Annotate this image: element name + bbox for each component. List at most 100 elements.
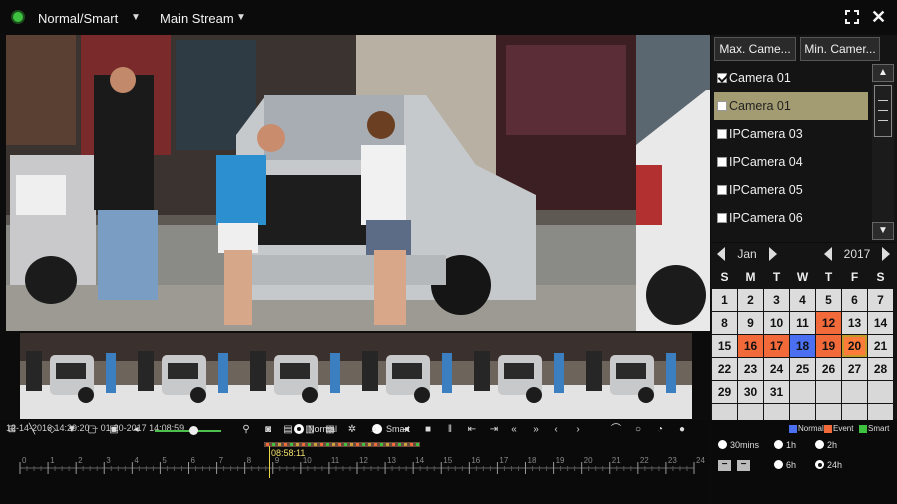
- camera-list-item[interactable]: IPCamera 03: [714, 120, 868, 148]
- calendar-day[interactable]: 23: [738, 358, 763, 380]
- slow-icon[interactable]: «: [508, 424, 520, 436]
- camera-checkbox[interactable]: [717, 157, 727, 167]
- camera-checkbox[interactable]: [717, 101, 727, 111]
- calendar-day[interactable]: 20: [842, 335, 867, 357]
- volume-knob[interactable]: [189, 426, 198, 435]
- calendar-day[interactable]: 4: [790, 289, 815, 311]
- tag-icon[interactable]: ▣: [108, 424, 120, 436]
- thumbnail-frame[interactable]: [132, 333, 246, 419]
- calendar-day[interactable]: 15: [712, 335, 737, 357]
- camera-list-item[interactable]: IPCamera 04: [714, 148, 868, 176]
- playback-mode-select[interactable]: Normal/Smart: [38, 11, 118, 26]
- calendar-day[interactable]: 17: [764, 335, 789, 357]
- filter-normal-radio[interactable]: [294, 424, 304, 434]
- camera-checkbox[interactable]: [717, 73, 727, 83]
- loop-icon[interactable]: ○: [632, 424, 644, 436]
- snapshot-icon[interactable]: ◙: [262, 424, 274, 436]
- max-camera-button[interactable]: Max. Came...: [714, 37, 796, 61]
- next-segment-icon[interactable]: ⇥: [488, 424, 500, 436]
- filter-icon[interactable]: ▼: [66, 424, 78, 436]
- calendar-day[interactable]: 8: [712, 312, 737, 334]
- calendar-day[interactable]: 11: [790, 312, 815, 334]
- camera-checkbox[interactable]: [717, 129, 727, 139]
- timeline-ruler[interactable]: 0 1 2 3 4 5 6 7 8 9 10 11 12 13 14 15 16 17 18 19 20 21 22 23 24: [0, 436, 710, 480]
- calendar-day[interactable]: 6: [842, 289, 867, 311]
- calendar-day[interactable]: 28: [868, 358, 893, 380]
- prev-segment-icon[interactable]: ⇤: [466, 424, 478, 436]
- calendar-day[interactable]: 12: [816, 312, 841, 334]
- calendar-day[interactable]: 25: [790, 358, 815, 380]
- thumbnail-frame[interactable]: [356, 333, 470, 419]
- calendar-day[interactable]: 2: [738, 289, 763, 311]
- calendar-day[interactable]: 7: [868, 289, 893, 311]
- stop-icon[interactable]: ■: [422, 424, 434, 436]
- calendar-day[interactable]: 5: [816, 289, 841, 311]
- fast-icon[interactable]: »: [530, 424, 542, 436]
- zoom-out-button[interactable]: −: [718, 460, 731, 471]
- thumbnail-strip[interactable]: [20, 333, 692, 419]
- span-30mins-radio[interactable]: [718, 440, 727, 449]
- camera-checkbox[interactable]: [717, 185, 727, 195]
- span-24h-radio[interactable]: [815, 460, 824, 469]
- stream-type-select[interactable]: Main Stream: [160, 11, 234, 26]
- next-day-icon[interactable]: ›: [572, 424, 584, 436]
- calendar-day[interactable]: 27: [842, 358, 867, 380]
- calendar-day[interactable]: 3: [764, 289, 789, 311]
- thumbnail-frame[interactable]: [244, 333, 358, 419]
- timeline-cursor[interactable]: [269, 446, 270, 478]
- prev-day-icon[interactable]: ‹: [550, 424, 562, 436]
- span-1h-radio[interactable]: [774, 440, 783, 449]
- next-month-icon[interactable]: [769, 247, 777, 261]
- camera-checkbox[interactable]: [717, 213, 727, 223]
- chevron-down-icon[interactable]: ▼: [131, 12, 141, 23]
- digital-zoom-icon[interactable]: ⚲: [240, 424, 252, 436]
- scroll-down-button[interactable]: ▼: [872, 222, 894, 240]
- file-manage-icon[interactable]: ▦: [324, 424, 336, 436]
- calendar-day[interactable]: 13: [842, 312, 867, 334]
- next-year-icon[interactable]: [882, 247, 890, 261]
- camera-list-item[interactable]: IPCamera 06: [714, 204, 868, 232]
- prev-month-icon[interactable]: [717, 247, 725, 261]
- camera-list-item[interactable]: IPCamera 05: [714, 176, 868, 204]
- prev-year-icon[interactable]: [824, 247, 832, 261]
- grid-icon[interactable]: ⊞: [6, 424, 18, 436]
- scroll-up-button[interactable]: ▲: [872, 64, 894, 82]
- scroll-thumb[interactable]: [874, 85, 892, 137]
- calendar-day[interactable]: 26: [816, 358, 841, 380]
- fullscreen-icon[interactable]: [845, 10, 859, 24]
- thumbnail-frame[interactable]: [580, 333, 692, 419]
- calendar-day[interactable]: 21: [868, 335, 893, 357]
- custom-tag-icon[interactable]: ▥: [304, 424, 316, 436]
- chevron-down-icon[interactable]: ▼: [236, 12, 246, 23]
- calendar-day[interactable]: 31: [764, 381, 789, 403]
- camera-list-item[interactable]: Camera 01: [714, 64, 868, 92]
- span-2h-radio[interactable]: [815, 440, 824, 449]
- camera-list-item[interactable]: Camera 01: [714, 92, 868, 120]
- crop-icon[interactable]: ▢: [86, 424, 98, 436]
- zoom-in-button[interactable]: −: [737, 460, 750, 471]
- calendar-day[interactable]: 10: [764, 312, 789, 334]
- calendar-day[interactable]: 14: [868, 312, 893, 334]
- min-camera-button[interactable]: Min. Camer...: [800, 37, 880, 61]
- pause-icon[interactable]: ‖: [444, 424, 456, 436]
- playback-video[interactable]: [6, 35, 710, 331]
- calendar-day[interactable]: 9: [738, 312, 763, 334]
- calendar-day[interactable]: 24: [764, 358, 789, 380]
- add-tag-icon[interactable]: ▤: [282, 424, 294, 436]
- zoom-area-icon[interactable]: ◇: [46, 424, 58, 436]
- search-icon[interactable]: ⌕: [368, 424, 380, 436]
- calendar-day[interactable]: 30: [738, 381, 763, 403]
- curve-icon[interactable]: ⌒: [610, 424, 622, 436]
- thumbnail-frame[interactable]: [20, 333, 134, 419]
- refresh-icon[interactable]: ◔: [654, 424, 666, 436]
- calendar-day[interactable]: 29: [712, 381, 737, 403]
- span-6h-radio[interactable]: [774, 460, 783, 469]
- record-icon[interactable]: ●: [676, 424, 688, 436]
- close-icon[interactable]: ✕: [871, 8, 886, 26]
- settings-icon[interactable]: ✲: [346, 424, 358, 436]
- calendar-day[interactable]: 19: [816, 335, 841, 357]
- calendar-day[interactable]: 1: [712, 289, 737, 311]
- reverse-play-icon[interactable]: ◂: [400, 424, 412, 436]
- clip-icon[interactable]: ╲: [26, 424, 38, 436]
- thumbnail-frame[interactable]: [468, 333, 582, 419]
